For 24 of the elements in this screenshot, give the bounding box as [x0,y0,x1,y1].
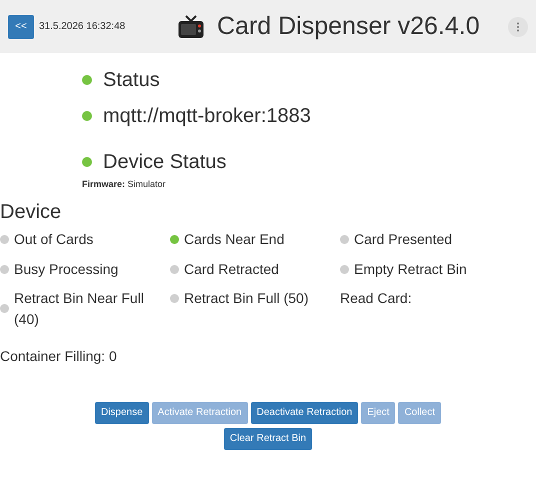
date-time: 31.5.2026 16:32:48 [39,21,126,32]
status-label: Empty Retract Bin [354,260,467,279]
status-label: Out of Cards [14,230,94,249]
container-filling: Container Filling: 0 [0,348,118,364]
status-label: Busy Processing [14,260,118,279]
status-label: Device Status [103,150,226,175]
section-heading: Device [0,201,62,224]
more-icon [516,22,520,32]
action-button[interactable]: Clear Retract Bin [224,428,312,450]
status-label: Card Retracted [184,260,279,279]
status-label: Retract Bin Near Full (40) [14,288,145,329]
action-button[interactable]: Dispense [94,402,149,424]
back-button[interactable]: << [8,14,34,38]
page-title: Card Dispenser v26.4.0 [217,12,480,41]
status-label: mqtt://mqtt-broker:1883 [103,104,311,129]
status-label: Cards Near End [184,230,284,249]
read-card-label: Read Card: [340,290,412,306]
more-menu-button[interactable] [508,16,528,36]
status-label: Card Presented [354,230,452,249]
television-icon [177,14,205,40]
status-label: Status [103,68,160,93]
firmware-info: Firmware: Simulator [82,179,167,189]
status-label: Retract Bin Full (50) [184,289,308,308]
action-button[interactable]: Deactivate Retraction [250,402,358,424]
